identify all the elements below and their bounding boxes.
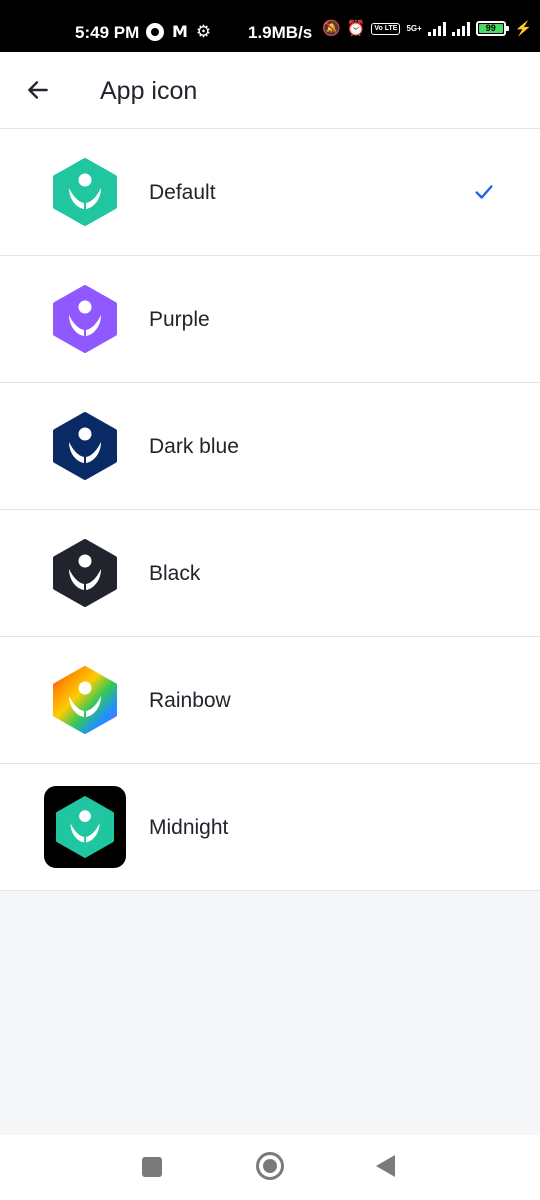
network-speed: 1.9MB/s xyxy=(248,23,313,42)
option-default[interactable]: Default xyxy=(0,129,540,256)
midnight-icon-background xyxy=(44,786,126,868)
app-bar: App icon xyxy=(0,52,540,129)
signal-icon xyxy=(427,21,446,36)
option-purple[interactable]: Purple xyxy=(0,256,540,383)
option-black[interactable]: Black xyxy=(0,510,540,637)
recents-square-icon[interactable] xyxy=(142,1157,162,1177)
volte-icon: Vo LTE xyxy=(371,22,401,35)
alarm-icon: ⏰ xyxy=(346,20,366,37)
midnight-khan-icon xyxy=(44,786,126,868)
charging-icon: ⚡ xyxy=(514,20,533,36)
dark-blue-khan-icon xyxy=(44,405,126,487)
black-khan-icon xyxy=(44,532,126,614)
battery-icon: 99 xyxy=(475,21,509,36)
mute-icon: 🔕 xyxy=(322,20,341,37)
home-circle-icon[interactable] xyxy=(256,1152,284,1180)
system-navigation-bar xyxy=(0,1135,540,1200)
network-type: 5G+ xyxy=(406,23,422,33)
option-label: Midnight xyxy=(149,816,229,839)
back-button[interactable] xyxy=(22,74,54,106)
rainbow-khan-icon xyxy=(44,659,126,741)
default-khan-icon xyxy=(44,151,126,233)
sync-icon xyxy=(146,22,164,41)
status-system-icons: 🔕 ⏰ Vo LTE 5G+ 99 ⚡ xyxy=(322,20,532,37)
app-icon-list: Default Purple Dark blue Black Rainbow M… xyxy=(0,129,540,891)
page-title: App icon xyxy=(100,77,198,105)
signal-icon-2 xyxy=(451,21,470,36)
arrow-left-icon xyxy=(28,81,48,99)
m-app-icon: M xyxy=(172,22,188,41)
status-time: 5:49 PM xyxy=(75,23,140,42)
option-label: Dark blue xyxy=(149,435,239,458)
status-bar: 5:49 PM M ⚙ 1.9MB/s 🔕 ⏰ Vo LTE 5G+ 99 ⚡ xyxy=(0,0,540,52)
option-rainbow[interactable]: Rainbow xyxy=(0,637,540,764)
checkmark-icon xyxy=(475,185,493,199)
option-label: Rainbow xyxy=(149,689,231,712)
option-dark-blue[interactable]: Dark blue xyxy=(0,383,540,510)
option-midnight[interactable]: Midnight xyxy=(0,764,540,891)
purple-khan-icon xyxy=(44,278,126,360)
option-label: Purple xyxy=(149,308,210,331)
option-label: Default xyxy=(149,181,216,204)
option-label: Black xyxy=(149,562,201,585)
gear-icon: ⚙ xyxy=(195,22,212,41)
back-triangle-icon[interactable] xyxy=(376,1155,395,1177)
battery-level: 99 xyxy=(478,24,503,33)
status-notification-icons: M ⚙ xyxy=(146,22,211,41)
